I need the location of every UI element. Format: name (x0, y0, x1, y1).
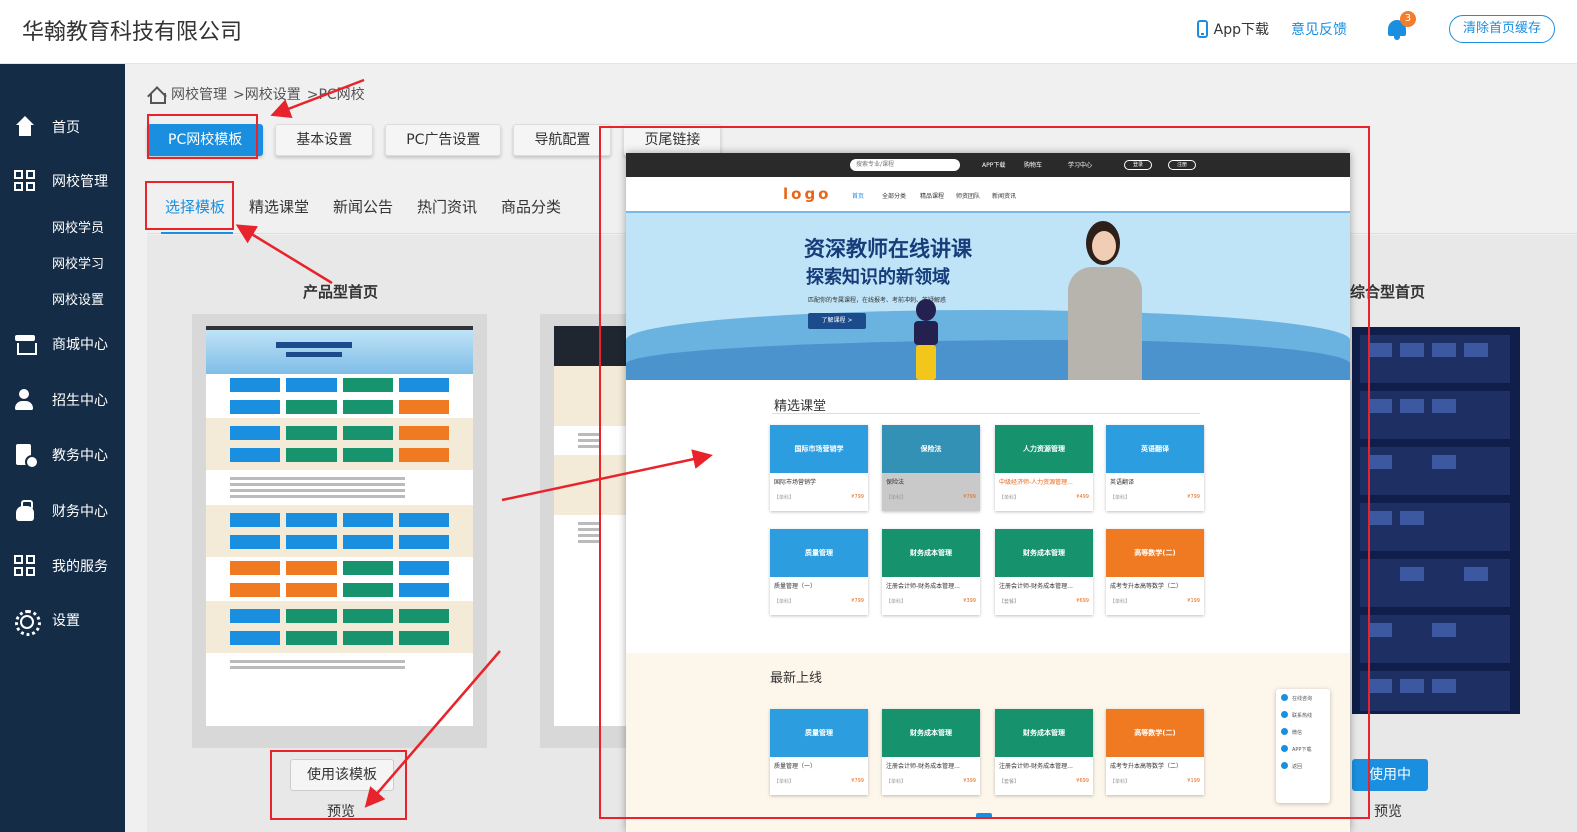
gear-icon (14, 609, 41, 636)
breadcrumb-item[interactable]: >网校设置 (233, 84, 301, 104)
feedback-link[interactable]: 意见反馈 (1291, 19, 1347, 39)
company-name: 华翰教育科技有限公司 (22, 20, 243, 45)
sidebar-item-finance[interactable]: 财务中心 (14, 500, 122, 522)
app-download-label: App下载 (1213, 22, 1269, 38)
sidebar-item-label: 商城中心 (52, 337, 108, 353)
annotation-box-preview (599, 126, 1370, 819)
sidebar-item-settings[interactable]: 设置 (14, 609, 122, 636)
money-bag-icon (14, 500, 36, 522)
sidebar-item-label: 教务中心 (52, 448, 108, 464)
sidebar-item-home[interactable]: 首页 (14, 116, 122, 138)
home-icon[interactable] (147, 85, 166, 104)
subtab-hot-info[interactable]: 热门资讯 (417, 196, 477, 217)
grid-icon (14, 170, 36, 192)
header-actions: App下载 意见反馈 3 清除首页缓存 (1196, 11, 1555, 44)
sidebar-item-label: 设置 (52, 613, 80, 629)
breadcrumb-item: >PC网校 (306, 87, 365, 103)
home-icon (14, 116, 36, 138)
sidebar-item-label: 我的服务 (52, 559, 108, 575)
sidebar-subitem-students[interactable]: 网校学员 (52, 217, 104, 236)
document-icon (14, 444, 39, 469)
store-icon (14, 333, 37, 355)
sidebar-item-mall[interactable]: 商城中心 (14, 333, 122, 355)
person-icon (14, 389, 36, 411)
sidebar-item-enrollment[interactable]: 招生中心 (14, 389, 122, 411)
annotation-box-subtab (145, 181, 234, 230)
clear-cache-button[interactable]: 清除首页缓存 (1448, 15, 1555, 43)
product-template-title: 产品型首页 (303, 283, 379, 301)
composite-template-thumbnail[interactable] (1352, 327, 1520, 714)
sidebar-item-school-management[interactable]: 网校管理 (14, 170, 122, 192)
app-download-link[interactable]: App下载 (1196, 19, 1269, 39)
annotation-box-tab (147, 114, 258, 159)
sidebar-item-academic[interactable]: 教务中心 (14, 444, 122, 469)
top-header: 华翰教育科技有限公司 App下载 意见反馈 3 清除首页缓存 (0, 0, 1577, 64)
grid-icon (14, 555, 36, 577)
subtab-featured-class[interactable]: 精选课堂 (249, 196, 309, 217)
tab-basic-settings[interactable]: 基本设置 (275, 124, 374, 156)
phone-icon (1196, 20, 1208, 38)
breadcrumb: 网校管理 >网校设置 >PC网校 (147, 84, 365, 104)
preview-link-composite[interactable]: 预览 (1374, 801, 1402, 821)
active-tab-underline (161, 232, 233, 234)
sidebar-item-my-services[interactable]: 我的服务 (14, 555, 122, 577)
subtab-news[interactable]: 新闻公告 (333, 196, 393, 217)
subtab-product-category[interactable]: 商品分类 (501, 196, 561, 217)
sidebar-item-label: 招生中心 (52, 393, 108, 409)
sidebar-subitem-learning[interactable]: 网校学习 (52, 253, 104, 272)
notification-button[interactable]: 3 (1383, 11, 1416, 43)
product-template-thumbnail[interactable] (192, 314, 487, 748)
sidebar-item-label: 财务中心 (52, 504, 108, 520)
sidebar-item-label: 网校管理 (52, 174, 108, 190)
breadcrumb-item[interactable]: 网校管理 (171, 84, 227, 104)
thumbnail-page (206, 326, 473, 726)
notification-badge: 3 (1399, 11, 1416, 27)
sidebar-item-label: 首页 (52, 120, 80, 136)
sidebar: 首页 网校管理 网校学员 网校学习 网校设置 商城中心 招生中心 教务中心 财务… (0, 64, 125, 832)
tab-pc-ad-settings[interactable]: PC广告设置 (385, 124, 502, 156)
annotation-box-use-preview (270, 750, 407, 820)
sidebar-subitem-settings[interactable]: 网校设置 (52, 289, 104, 308)
tab-nav-config[interactable]: 导航配置 (513, 124, 612, 156)
